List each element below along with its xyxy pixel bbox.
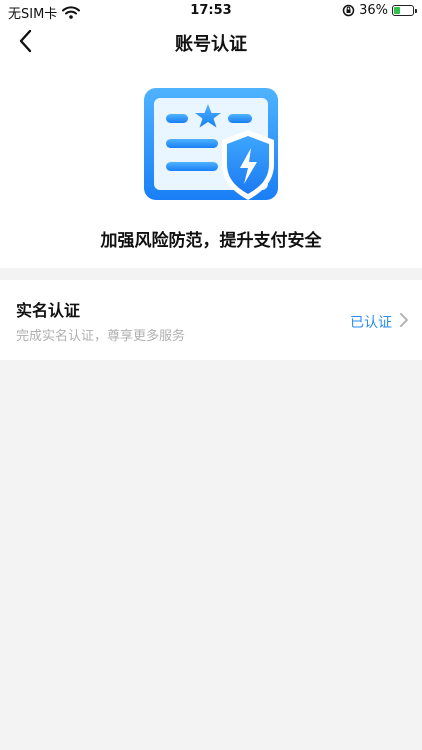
battery-percent: 36% — [359, 3, 388, 18]
status-bar: 无SIM卡 17:53 36% — [0, 0, 422, 22]
security-slogan: 加强风险防范，提升支付安全 — [100, 231, 322, 251]
verification-title: 实名认证 — [16, 301, 81, 320]
real-name-verification-item[interactable]: 实名认证 完成实名认证，尊享更多服务 已认证 — [0, 280, 422, 360]
id-card-shield-icon — [144, 88, 278, 200]
verification-status: 已认证 — [350, 315, 392, 331]
header-area: 无SIM卡 17:53 36% 账号认证 加强风险防范，提升支付安全 — [0, 0, 422, 268]
battery-icon — [392, 5, 417, 16]
orientation-lock-icon — [342, 4, 355, 17]
chevron-right-icon — [400, 313, 408, 327]
battery-fill — [394, 7, 401, 14]
status-right: 36% — [342, 3, 417, 18]
page-title: 账号认证 — [175, 34, 247, 55]
navigation-bar: 账号认证 — [0, 22, 422, 60]
verification-subtitle: 完成实名认证，尊享更多服务 — [16, 329, 186, 344]
